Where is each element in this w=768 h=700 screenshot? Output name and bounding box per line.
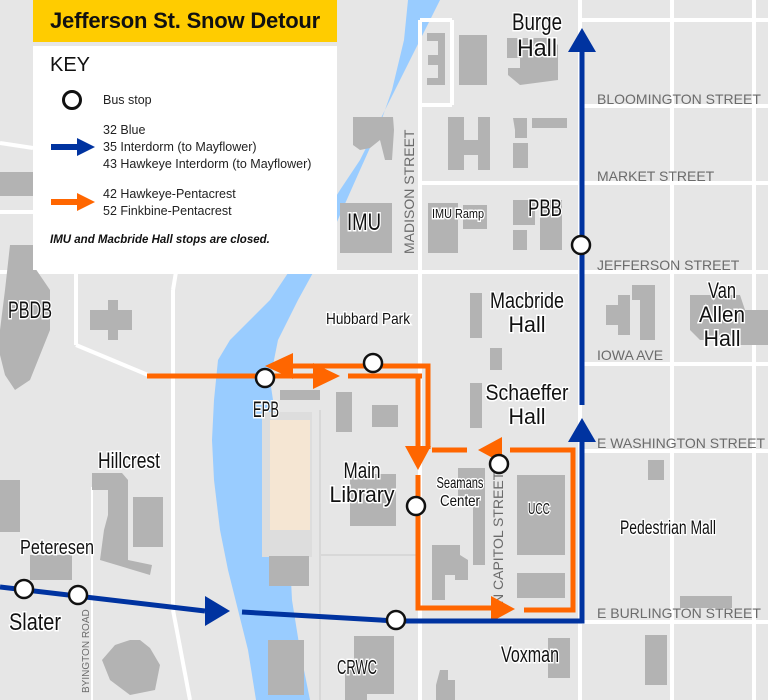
building	[513, 230, 527, 250]
label-van-allen-line: Van	[708, 278, 736, 303]
label-macbride-line: Hall	[509, 312, 546, 337]
label-peteresen: Peteresen	[20, 537, 94, 559]
label-main-library-line: Library	[330, 482, 395, 507]
bus-stop-peteresen[interactable]	[67, 584, 89, 606]
street-label-madison: MADISON STREET	[401, 129, 417, 254]
label-macbride-line: Macbride	[490, 288, 564, 313]
building	[470, 383, 482, 428]
street-label-burlington: E BURLINGTON STREET	[597, 605, 761, 621]
bus-stop-seamans-center[interactable]	[488, 453, 510, 475]
label-burge: Burge Hall	[512, 9, 562, 62]
label-schaeffer-line: Schaeffer	[486, 380, 569, 405]
field	[270, 420, 310, 530]
label-pbdb: PBDB	[8, 297, 52, 324]
building	[0, 480, 20, 532]
building	[517, 573, 565, 598]
building	[0, 172, 33, 196]
building	[372, 405, 398, 427]
key-closure-note: IMU and Macbride Hall stops are closed.	[50, 234, 270, 246]
label-seamans-line: Seamans	[437, 475, 484, 492]
building	[133, 497, 163, 547]
label-main-library-line: Main	[344, 458, 381, 483]
label-hubbard-park: Hubbard Park	[326, 311, 411, 328]
building	[490, 348, 502, 370]
street-label-bloomington: BLOOMINGTON STREET	[597, 91, 761, 107]
label-imu: IMU	[347, 209, 381, 236]
map-title: Jefferson St. Snow Detour	[50, 8, 321, 33]
building	[280, 390, 320, 400]
label-ucc: UCC	[528, 501, 550, 518]
street-label-jefferson: JEFFERSON STREET	[597, 257, 740, 273]
bus-stop-epb[interactable]	[254, 367, 276, 389]
building	[336, 392, 352, 432]
label-voxman: Voxman	[501, 642, 559, 667]
label-epb: EPB	[253, 397, 279, 422]
street-label-byington: BYINGTON ROAD	[81, 609, 92, 693]
street-label-capitol: N CAPITOL STREET	[490, 471, 506, 604]
blue-arrow-icon	[51, 138, 95, 156]
key-text-blue-2: 35 Interdorm (to Mayflower)	[103, 140, 257, 154]
key-text-blue-1: 32 Blue	[103, 123, 146, 137]
bus-stop-hubbard-park[interactable]	[362, 352, 384, 374]
key-text-orange-1: 42 Hawkeye-Pentacrest	[103, 187, 236, 201]
label-hillcrest: Hillcrest	[98, 448, 160, 473]
label-seamans-line: Center	[440, 493, 481, 510]
map-key: KEY Bus stop 32 Blue 35 Interdorm (to Ma…	[33, 46, 337, 270]
label-seamans: Seamans Center	[437, 475, 484, 510]
street-label-iowa: IOWA AVE	[597, 347, 663, 363]
label-pedestrian-mall: Pedestrian Mall	[620, 518, 716, 539]
label-slater: Slater	[9, 609, 61, 636]
label-burge-line: Burge	[512, 9, 562, 36]
key-text-bus-stop: Bus stop	[103, 93, 152, 107]
label-imu-ramp: IMU Ramp	[432, 206, 484, 221]
key-text-orange-2: 52 Finkbine-Pentacrest	[103, 204, 232, 218]
street-label-washington: E WASHINGTON STREET	[597, 435, 765, 451]
building	[470, 293, 482, 338]
building	[268, 640, 304, 695]
building	[645, 635, 667, 685]
label-van-allen-line: Allen	[699, 302, 745, 327]
label-crwc: CRWC	[337, 657, 377, 679]
building	[648, 460, 664, 480]
label-schaeffer-line: Hall	[509, 404, 546, 429]
bus-stop-crwc[interactable]	[385, 609, 407, 631]
orange-arrow-icon	[51, 193, 95, 211]
label-van-allen-line: Hall	[704, 326, 741, 351]
label-pbb: PBB	[528, 195, 562, 222]
building	[459, 35, 487, 85]
key-heading: KEY	[50, 54, 91, 76]
bus-stop-slater[interactable]	[13, 578, 35, 600]
key-text-blue-3: 43 Hawkeye Interdorm (to Mayflower)	[103, 157, 312, 171]
street-label-market: MARKET STREET	[597, 168, 715, 184]
bus-stop-pbb[interactable]	[570, 234, 592, 256]
title-bar: Jefferson St. Snow Detour	[33, 0, 337, 42]
bus-stop-icon	[62, 90, 82, 110]
label-burge-line: Hall	[517, 35, 557, 62]
building	[269, 556, 309, 586]
bus-stop-main-library[interactable]	[405, 495, 427, 517]
